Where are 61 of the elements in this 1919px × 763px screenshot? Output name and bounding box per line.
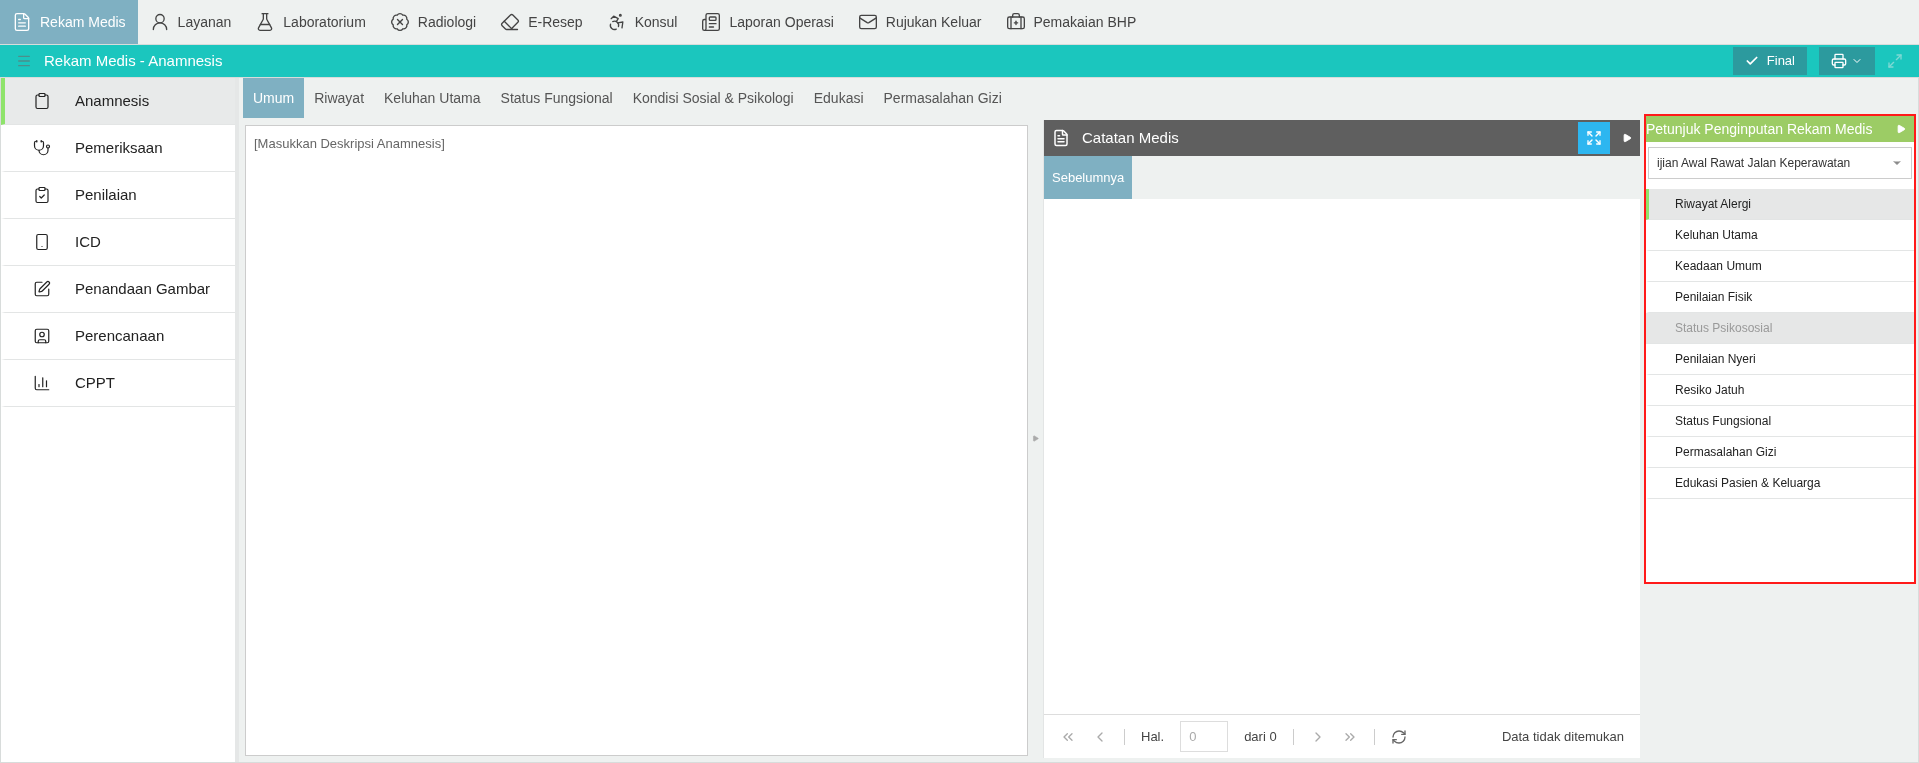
document-icon [1052,129,1070,147]
chart-icon [33,374,51,392]
guide-item[interactable]: Penilaian Nyeri [1646,344,1914,375]
id-badge-icon [389,12,410,32]
top-menu-tab[interactable]: Radiologi [377,0,489,44]
guide-item[interactable]: Resiko Jatuh [1646,375,1914,406]
sidebar-item[interactable]: Pemeriksaan [1,125,235,172]
tab[interactable]: Permasalahan Gizi [873,78,1012,118]
expand-icon[interactable] [1887,53,1903,69]
caret-icon[interactable] [1622,133,1632,143]
person-icon [33,327,51,345]
tab[interactable]: Kondisi Sosial & Psikologi [622,78,804,118]
phone-icon [33,233,51,251]
document-icon [12,12,32,32]
eraser-icon [500,12,521,32]
top-menu-tab[interactable]: Pemakaian BHP [993,0,1149,44]
collapse-arrow-icon[interactable] [1032,434,1039,442]
edit-icon [33,280,51,298]
panel-title: Catatan Medis [1082,127,1179,148]
tab[interactable]: Riwayat [304,78,375,118]
sidebar-item[interactable]: Anamnesis [1,78,235,125]
sidebar-item[interactable]: ICD [1,219,235,266]
envelope-icon [857,12,878,32]
clipboard-check-icon [33,186,51,204]
guide-item[interactable]: Edukasi Pasien & Keluarga [1646,468,1914,499]
sidebar-item[interactable]: Perencanaan [1,313,235,360]
tab[interactable]: Status Fungsional [490,78,623,118]
refresh-icon[interactable] [1390,728,1407,745]
status-text: Data tidak ditemukan [1501,727,1624,746]
medical-kit-icon [1005,12,1026,32]
guide-item[interactable]: Keadaan Umum [1646,251,1914,282]
guide-item[interactable]: Keluhan Utama [1646,220,1914,251]
page-count: dari 0 [1244,727,1277,746]
print-button[interactable] [1819,47,1875,75]
top-menu-tab[interactable]: Layanan [137,0,244,44]
sidebar-item[interactable]: CPPT [1,360,235,407]
guide-item[interactable]: Permasalahan Gizi [1646,437,1914,468]
fullscreen-button[interactable] [1578,122,1610,154]
top-menu-tab[interactable]: Laboratorium [243,0,378,44]
guide-item[interactable]: Status Fungsional [1646,406,1914,437]
expand-icon [1586,130,1602,146]
newspaper-icon [701,12,722,32]
guide-title: Petunjuk Penginputan Rekam Medis [1646,119,1873,139]
check-icon [1744,54,1759,68]
page-title: Rekam Medis - Anamnesis [44,50,223,71]
menu-icon[interactable] [16,53,32,69]
top-menu-tab[interactable]: Konsul [594,0,690,44]
top-menu-tab[interactable]: Rujukan Keluar [845,0,994,44]
sidebar-item[interactable]: Penilaian [1,172,235,219]
top-menu-tab[interactable]: E-Resep [488,0,595,44]
anamnesis-text-area[interactable]: [Masukkan Deskripsi Anamnesis] [245,125,1028,756]
form-dropdown[interactable]: ijian Awal Rawat Jalan Keperawatan [1648,147,1912,179]
print-icon [1831,53,1847,69]
clipboard-icon [33,92,51,110]
page-label: Hal. [1141,727,1165,746]
tab[interactable]: Keluhan Utama [374,78,491,118]
stethoscope-icon [33,139,51,157]
top-menu-tab[interactable]: Laporan Operasi [689,0,846,44]
sidebar-item[interactable]: Penandaan Gambar [1,266,235,313]
tab[interactable]: Edukasi [803,78,874,118]
guide-item[interactable]: Riwayat Alergi [1646,189,1914,220]
